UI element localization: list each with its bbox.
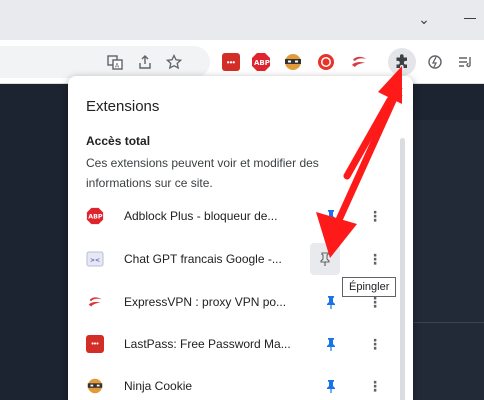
toolbar-ninja-cookie-icon[interactable] [282,51,304,73]
minimize-button[interactable] [464,18,476,19]
svg-text:ABP: ABP [254,59,270,67]
extensions-puzzle-button[interactable] [388,48,416,76]
extension-name: Adblock Plus - bloqueur de... [124,209,278,223]
toolbar-record-icon[interactable] [315,51,337,73]
extension-row-adblock-plus[interactable]: ABP Adblock Plus - bloqueur de... ⋮ [68,196,398,236]
toolbar-expressvpn-icon[interactable] [348,51,370,73]
close-icon[interactable]: ✕ [389,84,407,102]
more-options-icon[interactable]: ⋮ [366,207,384,225]
chat-gpt-icon: >< [86,250,104,268]
pinned-icon[interactable] [322,377,340,395]
translate-icon[interactable]: A [104,51,126,73]
unpinned-icon[interactable] [316,250,334,268]
extension-name: ExpressVPN : proxy VPN po... [124,295,287,309]
extension-row-ninja-cookie[interactable]: Ninja Cookie ⋮ [68,366,398,400]
ninja-cookie-icon [86,377,104,395]
extension-row-chat-gpt[interactable]: >< Chat GPT francais Google -... ⋮ [68,239,398,279]
section-title: Accès total [86,134,151,148]
extension-name: Chat GPT francais Google -... [124,252,282,266]
title-bar: ⌄ [0,0,484,40]
puzzle-icon [396,54,407,68]
performance-leaf-icon[interactable] [424,51,446,73]
tab-search-chevron-icon[interactable]: ⌄ [413,8,435,30]
toolbar-adblock-plus-icon[interactable]: ABP [250,51,272,73]
popup-title: Extensions [86,98,160,115]
share-icon[interactable] [134,51,156,73]
more-options-icon[interactable]: ⋮ [366,250,384,268]
lastpass-icon: ••• [86,335,104,353]
svg-text:ABP: ABP [88,214,103,221]
reading-list-icon[interactable] [454,51,476,73]
pinned-icon[interactable] [322,335,340,353]
expressvpn-icon [86,293,104,311]
adblock-plus-icon: ABP [86,207,104,225]
extensions-popup: Extensions ✕ Accès total Ces extensions … [68,76,413,400]
bookmark-star-icon[interactable] [163,51,185,73]
pinned-icon[interactable] [322,293,340,311]
popup-scrollbar[interactable] [400,138,405,400]
more-options-icon[interactable]: ⋮ [366,335,384,353]
pinned-icon[interactable] [322,207,340,225]
extension-name: Ninja Cookie [124,379,193,393]
extension-row-lastpass[interactable]: ••• LastPass: Free Password Ma... ⋮ [68,324,398,364]
svg-text:><: >< [90,257,100,264]
more-options-icon[interactable]: ⋮ [366,377,384,395]
pin-tooltip: Épingler [342,277,397,297]
section-description: Ces extensions peuvent voir et modifier … [86,156,319,190]
toolbar-lastpass-icon[interactable]: ••• [220,51,242,73]
extension-name: LastPass: Free Password Ma... [124,337,291,351]
